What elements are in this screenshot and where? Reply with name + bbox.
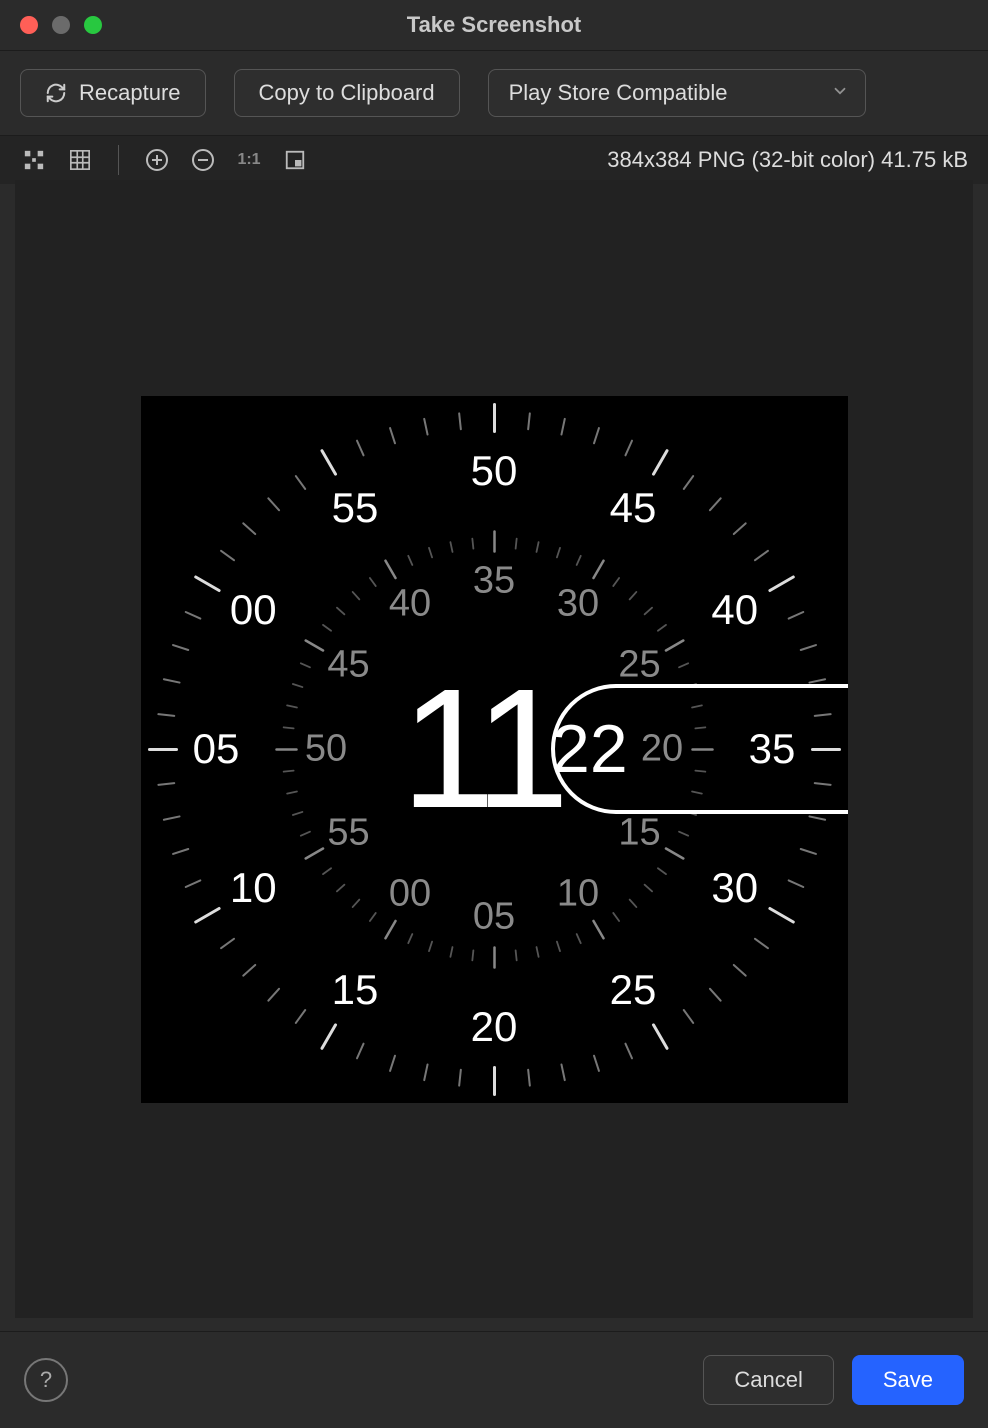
outer-ring-number: 45 [610,484,657,532]
preview-area: 11 22 35 30 25 20 15 10 05 00 55 50 45 40 20 15 10 05 00… [15,180,973,1318]
toolbar: Recapture Copy to Clipboard Play Store C… [0,51,988,135]
inner-ring-number: 20 [641,728,683,771]
preview-iconbar: 1:1 384x384 PNG (32-bit color) 41.75 kB [0,135,988,184]
copy-to-clipboard-button[interactable]: Copy to Clipboard [234,69,460,117]
inner-ring-number: 05 [473,896,515,939]
outer-ring-number: 15 [332,966,379,1014]
inner-ring-number: 10 [557,873,599,916]
outer-ring-number: 00 [230,586,277,634]
inner-ring-number: 50 [305,728,347,771]
window-title: Take Screenshot [0,12,988,38]
refresh-icon [45,82,67,104]
close-window-button[interactable] [20,16,38,34]
clock-minute: 22 [552,711,628,787]
actual-size-button[interactable]: 1:1 [235,146,263,174]
outer-ring-number: 50 [471,447,518,495]
minimize-window-button[interactable] [52,16,70,34]
inner-ring-number: 25 [618,644,660,687]
inner-ring-number: 45 [327,644,369,687]
outer-ring-number: 10 [230,864,277,912]
bounds-icon[interactable] [281,146,309,174]
outer-ring-number: 55 [332,484,379,532]
inner-ring-number: 35 [473,560,515,603]
outer-ring-number: 20 [471,1003,518,1051]
copy-label: Copy to Clipboard [259,80,435,106]
outer-ring-number: 30 [711,864,758,912]
inner-ring-number: 55 [327,812,369,855]
chevron-down-icon [831,80,849,106]
zoom-in-icon[interactable] [143,146,171,174]
outer-ring-number: 25 [610,966,657,1014]
inner-ring-number: 40 [389,582,431,625]
traffic-lights [0,16,102,34]
image-metadata: 384x384 PNG (32-bit color) 41.75 kB [607,147,968,173]
dropdown-value: Play Store Compatible [509,80,728,106]
titlebar: Take Screenshot [0,0,988,51]
clock-hour: 11 [401,651,561,847]
screenshot-preview: 11 22 35 30 25 20 15 10 05 00 55 50 45 40 20 15 10 05 00… [141,396,848,1103]
inner-ring-number: 30 [557,582,599,625]
zoom-window-button[interactable] [84,16,102,34]
save-button[interactable]: Save [852,1355,964,1405]
inner-ring-number: 00 [389,873,431,916]
help-button[interactable]: ? [24,1358,68,1402]
grid-icon[interactable] [66,146,94,174]
recapture-label: Recapture [79,80,181,106]
outer-ring-number: 35 [749,725,796,773]
fit-icon[interactable] [20,146,48,174]
outer-ring-number: 05 [193,725,240,773]
footer: ? Cancel Save [0,1331,988,1428]
clock-minute-bubble: 22 [552,710,628,788]
inner-ring-number: 15 [618,812,660,855]
cancel-button[interactable]: Cancel [703,1355,833,1405]
separator [118,145,119,175]
framing-dropdown[interactable]: Play Store Compatible [488,69,866,117]
outer-ring-number: 40 [711,586,758,634]
zoom-out-icon[interactable] [189,146,217,174]
recapture-button[interactable]: Recapture [20,69,206,117]
